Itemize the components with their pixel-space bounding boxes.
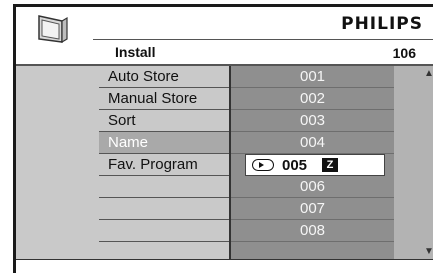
- program-number: 106: [392, 45, 416, 61]
- program-row-number: 002: [299, 90, 326, 107]
- program-row-number: 003: [299, 112, 326, 129]
- menu-item-label: Sort: [108, 112, 136, 129]
- ok-button-icon: [252, 159, 274, 171]
- program-row-number: 006: [299, 178, 326, 195]
- menu-item-label: Name: [108, 134, 149, 151]
- program-row[interactable]: 001: [231, 66, 394, 88]
- header-divider: [93, 39, 433, 40]
- tv-icon: [38, 15, 68, 44]
- program-row[interactable]: 002: [231, 88, 394, 110]
- program-row[interactable]: 006: [231, 176, 394, 198]
- program-row-selected[interactable]: 005 Z: [245, 154, 385, 176]
- menu-item-empty: [99, 220, 229, 242]
- install-menu: Auto Store Manual Store Sort Name Fav. P…: [99, 66, 229, 259]
- left-panel: [16, 66, 99, 259]
- menu-item-empty: [99, 176, 229, 198]
- program-row-number: 001: [299, 68, 326, 85]
- program-row[interactable]: 008: [231, 220, 394, 242]
- program-row[interactable]: 003: [231, 110, 394, 132]
- program-row-number: 008: [299, 222, 326, 239]
- scroll-up-arrow-icon[interactable]: ▲: [424, 68, 433, 79]
- program-row-number: 005: [282, 157, 308, 174]
- brand-logo: PHILIPS: [341, 14, 423, 34]
- menu-item-manual-store[interactable]: Manual Store: [99, 88, 229, 110]
- tv-menu-frame: PHILIPS Install 106 Auto Store Manual St…: [13, 4, 433, 273]
- menu-item-label: Manual Store: [108, 90, 198, 107]
- frame-top-border: [13, 4, 433, 7]
- menu-item-fav-program[interactable]: Fav. Program: [99, 154, 229, 176]
- menu-item-label: Fav. Program: [108, 156, 198, 173]
- program-row[interactable]: 004: [231, 132, 394, 154]
- program-row-number: 004: [299, 134, 326, 151]
- program-list: 001 002 003 004 005 Z 006 007 008: [231, 66, 394, 259]
- scrollbar[interactable]: ▲ ▼: [394, 66, 433, 259]
- menu-bottom-border: [16, 259, 433, 260]
- menu-title: Install: [115, 44, 156, 60]
- menu-item-empty: [99, 198, 229, 220]
- scroll-down-arrow-icon[interactable]: ▼: [424, 246, 433, 257]
- menu-item-label: Auto Store: [108, 68, 179, 85]
- program-row[interactable]: 007: [231, 198, 394, 220]
- menu-item-sort[interactable]: Sort: [99, 110, 229, 132]
- program-row-number: 007: [299, 200, 326, 217]
- name-badge: Z: [322, 158, 338, 172]
- menu-item-auto-store[interactable]: Auto Store: [99, 66, 229, 88]
- menu-item-name[interactable]: Name: [99, 132, 229, 154]
